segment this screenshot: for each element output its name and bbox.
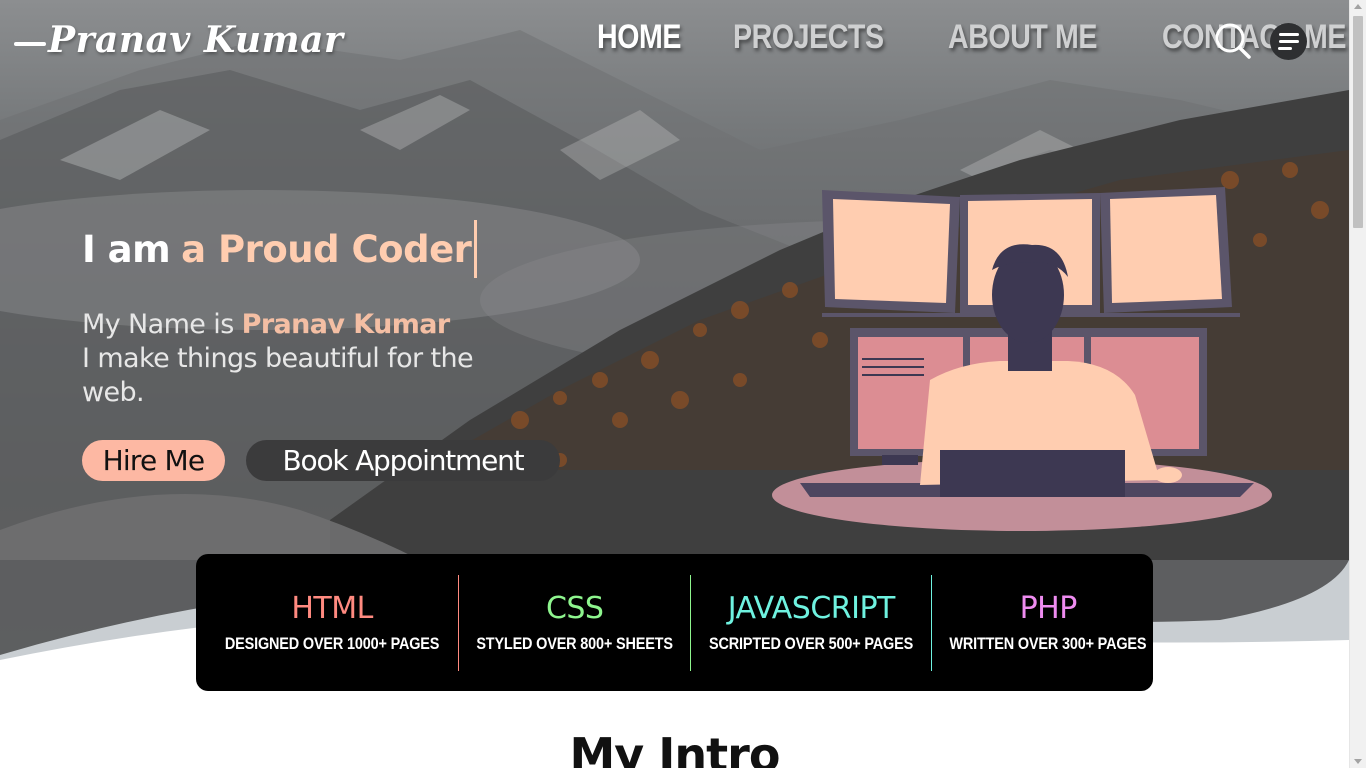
headline-typed-text: a Proud Coder [181,227,472,271]
skill-title: JAVASCRIPT [727,591,896,626]
skill-description: STYLED OVER 800+ SHEETS [476,634,673,653]
skill-javascript: JAVASCRIPT SCRIPTED OVER 500+ PAGES [690,574,931,671]
intro-name: Pranav Kumar [241,309,451,340]
skill-css: CSS STYLED OVER 800+ SHEETS [458,574,690,671]
nav-projects[interactable]: PROJECTS [733,18,884,57]
skill-description: SCRIPTED OVER 500+ PAGES [709,634,914,653]
page-scrollbar[interactable] [1349,0,1366,768]
nav-about-me[interactable]: ABOUT ME [948,18,1097,57]
skills-bar: HTML DESIGNED OVER 1000+ PAGES CSS STYLE… [196,554,1153,691]
logo-text: Pranav Kumar [48,19,344,61]
site-logo[interactable]: Pranav Kumar [14,14,343,66]
skill-description: DESIGNED OVER 1000+ PAGES [224,634,440,653]
nav-contact-me[interactable]: CONTACT ME [1162,18,1346,57]
hero-headline: I am a Proud Coder [82,220,478,278]
skill-title: HTML [291,591,373,626]
typing-caret [474,220,478,278]
skill-title: CSS [545,591,604,626]
intro-prefix: My Name is [82,309,242,340]
scroll-up-arrow-icon[interactable] [1354,4,1362,9]
hero-intro: My Name is Pranav Kumar I make things be… [82,308,482,410]
logo-swash [14,42,46,46]
skill-php: PHP WRITTEN OVER 300+ PAGES [931,574,1164,671]
coder-illustration [772,187,1272,531]
menu-icon[interactable] [1270,23,1307,60]
skill-description: WRITTEN OVER 300+ PAGES [949,634,1147,653]
skill-title: PHP [1019,591,1078,626]
scroll-down-arrow-icon[interactable] [1354,759,1362,764]
nav-home[interactable]: HOME [597,18,681,57]
headline-prefix: I am [82,227,171,271]
hire-me-button[interactable]: Hire Me [82,440,225,481]
intro-tagline: I make things beautiful for the web. [82,343,474,408]
book-appointment-button[interactable]: Book Appointment [246,440,560,481]
scrollbar-thumb[interactable] [1353,16,1363,228]
portfolio-page: Pranav Kumar HOME PROJECTS ABOUT ME CONT… [0,0,1366,768]
skill-html: HTML DESIGNED OVER 1000+ PAGES [206,575,458,671]
search-icon[interactable] [1214,22,1252,60]
intro-section-title: My Intro [569,728,781,768]
